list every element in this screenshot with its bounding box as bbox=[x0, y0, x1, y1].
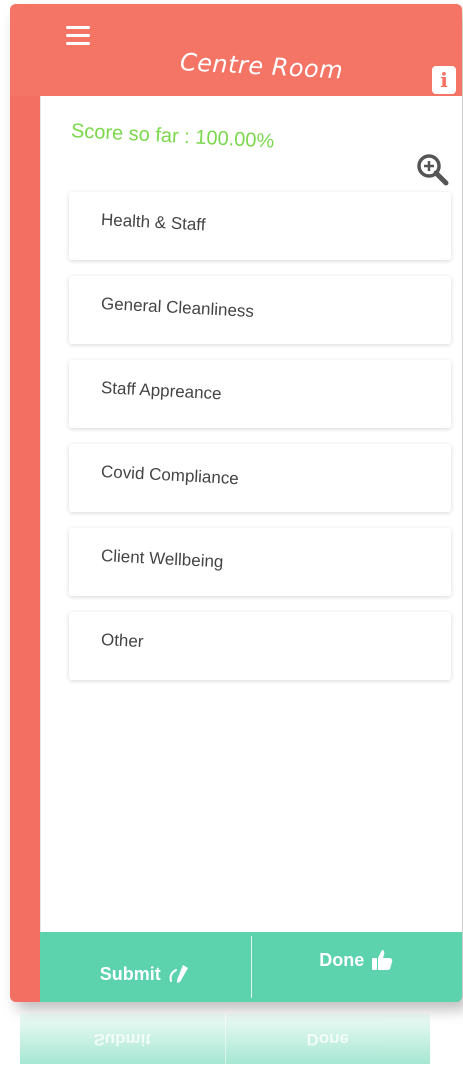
list-item[interactable]: Staff Appreance bbox=[69, 360, 451, 428]
reflection-submit: Submit bbox=[20, 1014, 225, 1064]
info-icon[interactable]: i bbox=[432, 66, 456, 94]
category-label: Covid Compliance bbox=[100, 462, 240, 489]
zoom-in-icon[interactable] bbox=[415, 152, 449, 186]
thumbs-up-icon bbox=[370, 948, 394, 972]
list-item[interactable]: Health & Staff bbox=[69, 192, 451, 260]
category-label: Staff Appreance bbox=[100, 378, 223, 404]
category-label: Health & Staff bbox=[100, 210, 206, 235]
reflection-done: Done bbox=[226, 1014, 431, 1064]
hamburger-menu-icon[interactable] bbox=[66, 26, 92, 46]
pen-icon bbox=[167, 962, 191, 986]
footer-bar: Submit Done bbox=[40, 932, 462, 1002]
list-item[interactable]: Other bbox=[69, 612, 451, 680]
list-item[interactable]: General Cleanliness bbox=[69, 276, 451, 344]
page-title: Centre Room bbox=[179, 48, 344, 85]
footer-reflection: Submit Done bbox=[20, 1014, 430, 1064]
stage: Centre Room i Score so far : 100.00% Hea… bbox=[0, 0, 463, 1069]
app-header: Centre Room i bbox=[10, 4, 462, 96]
reflection-done-label: Done bbox=[306, 1030, 350, 1049]
done-label: Done bbox=[319, 949, 365, 970]
category-list: Health & Staff General Cleanliness Staff… bbox=[69, 192, 451, 696]
list-item[interactable]: Covid Compliance bbox=[69, 444, 451, 512]
category-label: Client Wellbeing bbox=[100, 546, 224, 572]
done-button[interactable]: Done bbox=[252, 918, 463, 1002]
submit-label: Submit bbox=[99, 963, 161, 984]
category-label: General Cleanliness bbox=[100, 294, 255, 321]
score-text: Score so far : 100.00% bbox=[70, 120, 275, 153]
submit-button[interactable]: Submit bbox=[40, 932, 251, 1002]
device-frame: Centre Room i Score so far : 100.00% Hea… bbox=[10, 4, 462, 1002]
screen-content: Score so far : 100.00% Health & Staff Ge… bbox=[40, 96, 462, 932]
reflection-submit-label: Submit bbox=[93, 1030, 152, 1049]
category-label: Other bbox=[100, 630, 144, 652]
list-item[interactable]: Client Wellbeing bbox=[69, 528, 451, 596]
